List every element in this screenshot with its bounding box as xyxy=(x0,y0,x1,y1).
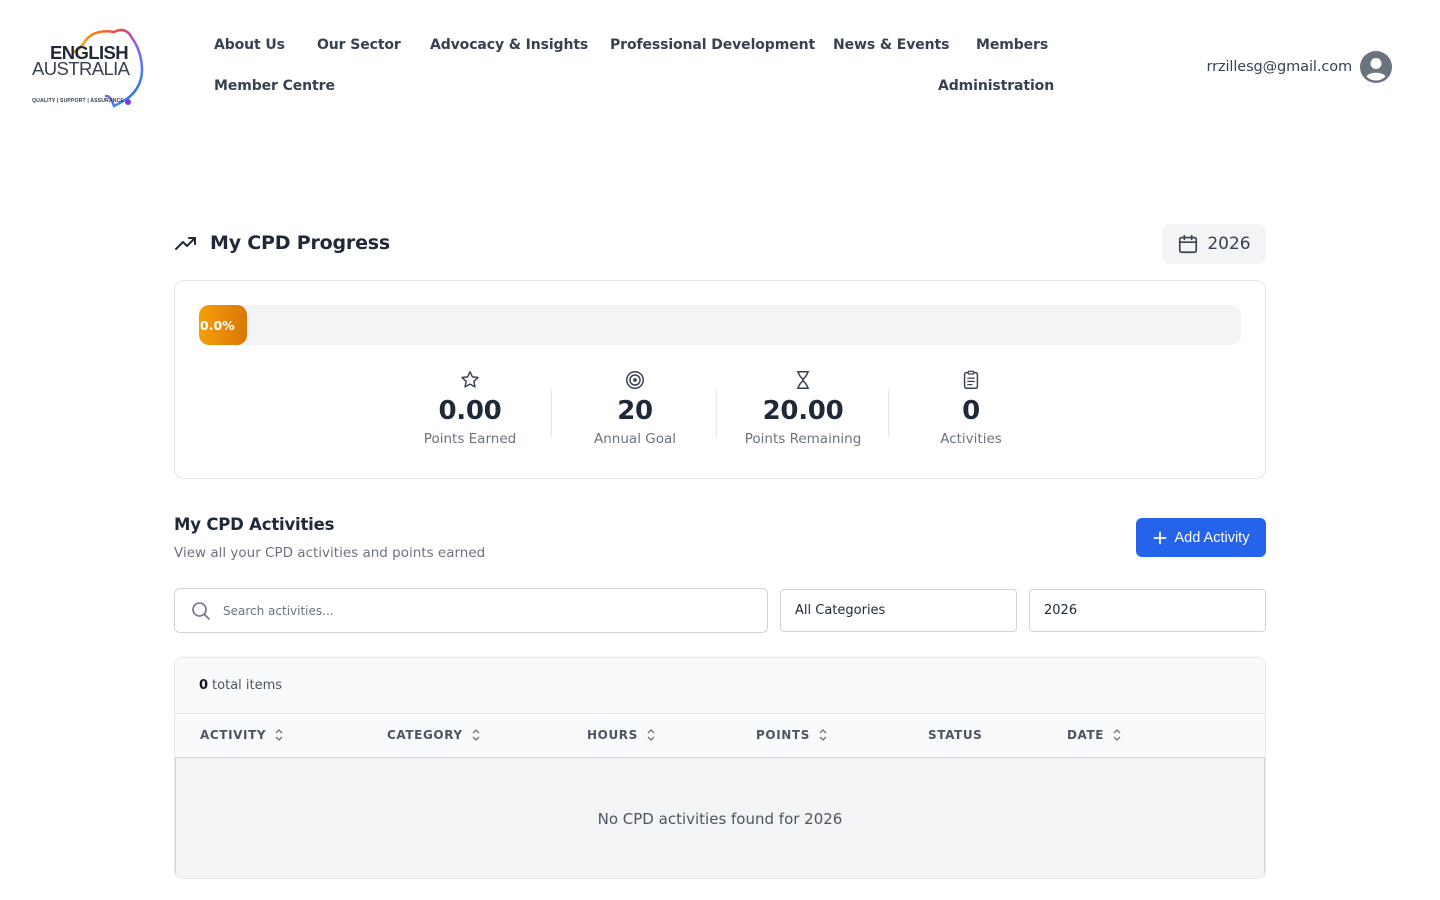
nav-advocacy-insights[interactable]: Advocacy & Insights xyxy=(430,36,588,54)
add-activity-label: Add Activity xyxy=(1174,529,1250,546)
column-header-activity[interactable]: ACTIVITY xyxy=(200,728,284,742)
nav-our-sector[interactable]: Our Sector xyxy=(317,36,401,54)
year-chip-label: 2026 xyxy=(1207,234,1251,254)
search-icon xyxy=(192,601,210,620)
user-email: rrzillesg@gmail.com xyxy=(1206,59,1353,75)
table-summary: 0 total items xyxy=(175,658,1265,714)
logo-text-australia: AUSTRALIA xyxy=(32,58,130,79)
column-label: DATE xyxy=(1067,728,1105,742)
nav-news-events[interactable]: News & Events xyxy=(833,36,949,54)
total-label: total items xyxy=(212,678,283,693)
year-select-value: 2026 xyxy=(1044,603,1078,618)
activities-table: 0 total items ACTIVITY CATEGORY HOURS PO… xyxy=(174,657,1266,879)
stat-value: 20 xyxy=(617,396,653,426)
page-title: My CPD Progress xyxy=(210,232,390,254)
column-header-category[interactable]: CATEGORY xyxy=(387,728,481,742)
year-select[interactable]: 2026 xyxy=(1029,589,1266,632)
column-header-date[interactable]: DATE xyxy=(1067,728,1122,742)
column-header-hours[interactable]: HOURS xyxy=(587,728,656,742)
hourglass-icon xyxy=(796,371,810,389)
stat-value: 0 xyxy=(962,396,980,426)
sort-icon xyxy=(647,729,655,741)
column-label: ACTIVITY xyxy=(200,728,267,742)
trending-up-icon xyxy=(175,237,196,250)
add-activity-button[interactable]: Add Activity xyxy=(1136,518,1266,557)
nav-professional-development[interactable]: Professional Development xyxy=(610,36,815,54)
star-icon xyxy=(461,371,479,388)
cpd-progress-card: 0.0% 0.00 Points Earned 20 Annual Goal 2… xyxy=(174,280,1266,479)
stat-value: 20.00 xyxy=(762,396,844,426)
table-body-empty: No CPD activities found for 2026 xyxy=(175,758,1265,878)
search-field[interactable] xyxy=(174,588,768,633)
sort-icon xyxy=(819,729,827,741)
column-header-status: STATUS xyxy=(928,728,982,742)
stat-label: Annual Goal xyxy=(594,431,676,447)
category-select[interactable]: All Categories xyxy=(780,589,1017,632)
user-menu[interactable]: rrzillesg@gmail.com xyxy=(1206,51,1392,83)
stat-activities: 0 Activities xyxy=(896,369,1046,447)
stat-annual-goal: 20 Annual Goal xyxy=(560,369,710,447)
english-australia-logo[interactable]: ENGLISH AUSTRALIA QUALITY | SUPPORT | AS… xyxy=(28,26,146,110)
cpd-progress-header: My CPD Progress xyxy=(174,231,390,255)
table-header: ACTIVITY CATEGORY HOURS POINTS STATUS DA… xyxy=(175,714,1265,758)
user-circle-icon[interactable] xyxy=(1360,51,1392,83)
sort-icon xyxy=(275,729,283,741)
target-icon xyxy=(626,371,644,389)
stat-points-earned: 0.00 Points Earned xyxy=(395,369,545,447)
sort-icon xyxy=(1113,729,1121,741)
empty-state-message: No CPD activities found for 2026 xyxy=(597,810,843,828)
nav-member-centre[interactable]: Member Centre xyxy=(214,77,335,95)
stat-label: Points Earned xyxy=(423,431,517,447)
year-selector-chip[interactable]: 2026 xyxy=(1162,224,1266,264)
total-count: 0 xyxy=(199,678,209,693)
progress-bar-fill: 0.0% xyxy=(199,305,247,345)
stat-divider xyxy=(716,389,717,437)
search-input[interactable] xyxy=(223,603,743,618)
stat-label: Activities xyxy=(940,431,1002,447)
plus-icon xyxy=(1153,531,1166,544)
clipboard-icon xyxy=(963,370,979,389)
nav-members[interactable]: Members xyxy=(976,36,1048,54)
stat-value: 0.00 xyxy=(438,396,502,426)
logo-tagline: QUALITY | SUPPORT | ASSURANCE xyxy=(32,98,124,104)
stat-divider xyxy=(888,389,889,437)
column-label: STATUS xyxy=(928,728,983,742)
sort-icon xyxy=(472,729,480,741)
progress-bar-track: 0.0% xyxy=(199,305,1241,345)
progress-percent-label: 0.0% xyxy=(200,317,235,333)
column-label: CATEGORY xyxy=(387,728,463,742)
column-header-points[interactable]: POINTS xyxy=(756,728,828,742)
stat-points-remaining: 20.00 Points Remaining xyxy=(728,369,878,447)
nav-about-us[interactable]: About Us xyxy=(214,36,285,54)
column-label: POINTS xyxy=(756,728,810,742)
activities-title: My CPD Activities xyxy=(174,515,335,534)
activities-subtitle: View all your CPD activities and points … xyxy=(174,545,486,561)
calendar-icon xyxy=(1179,234,1198,254)
stat-divider xyxy=(551,389,552,437)
column-label: HOURS xyxy=(587,728,638,742)
stat-label: Points Remaining xyxy=(744,431,862,447)
category-select-value: All Categories xyxy=(795,603,886,618)
nav-administration[interactable]: Administration xyxy=(938,77,1054,95)
